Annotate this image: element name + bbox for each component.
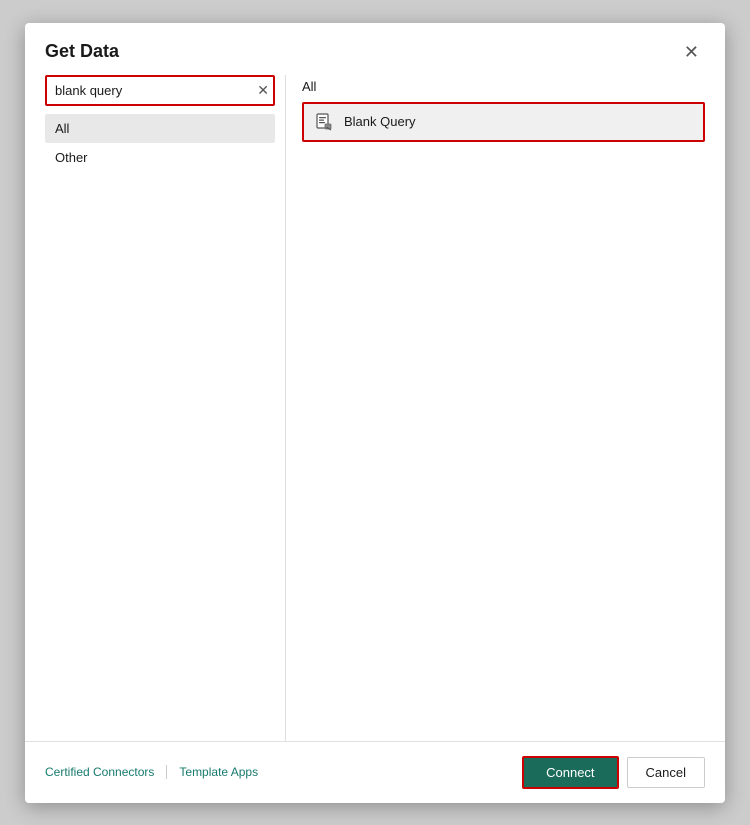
dialog-body: ✕ All Other All <box>25 75 725 741</box>
result-label-blank-query: Blank Query <box>344 114 416 129</box>
connect-button[interactable]: Connect <box>522 756 618 789</box>
certified-connectors-link[interactable]: Certified Connectors <box>45 765 154 779</box>
dialog-header: Get Data ✕ <box>25 23 725 75</box>
left-panel: ✕ All Other <box>45 75 285 741</box>
category-list: All Other <box>45 114 275 741</box>
category-item-other[interactable]: Other <box>45 143 275 172</box>
dialog-footer: Certified Connectors Template Apps Conne… <box>25 741 725 803</box>
search-container: ✕ <box>45 75 275 106</box>
template-apps-link[interactable]: Template Apps <box>179 765 258 779</box>
results-section-label: All <box>302 79 705 94</box>
footer-link-divider <box>166 765 167 779</box>
footer-links: Certified Connectors Template Apps <box>45 765 258 779</box>
right-panel: All Blank Query <box>286 75 705 741</box>
search-clear-button[interactable]: ✕ <box>257 83 269 97</box>
query-icon <box>314 112 334 132</box>
cancel-button[interactable]: Cancel <box>627 757 705 788</box>
result-item-blank-query[interactable]: Blank Query <box>302 102 705 142</box>
category-item-all[interactable]: All <box>45 114 275 143</box>
search-input[interactable] <box>45 75 275 106</box>
get-data-dialog: Get Data ✕ ✕ All Other All <box>25 23 725 803</box>
dialog-title: Get Data <box>45 41 119 62</box>
results-list: Blank Query <box>302 102 705 741</box>
close-button[interactable]: ✕ <box>678 41 705 63</box>
footer-actions: Connect Cancel <box>522 756 705 789</box>
